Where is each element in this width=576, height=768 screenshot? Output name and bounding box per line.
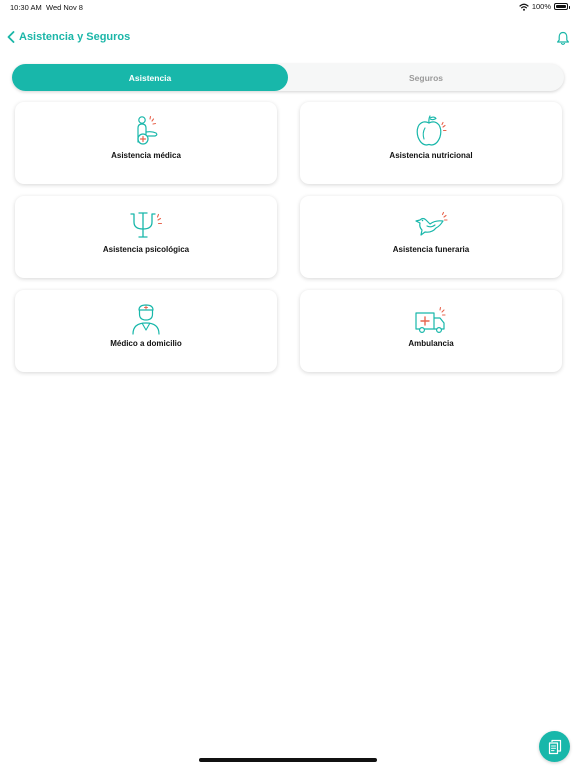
medical-assistance-icon	[137, 115, 158, 145]
status-bar: 10:30 AM Wed Nov 8 100%	[0, 0, 576, 16]
status-time: 10:30 AM	[10, 3, 42, 12]
doctor-icon	[132, 304, 160, 335]
battery-percentage: 100%	[531, 2, 551, 11]
card-medico-a-domicilio[interactable]: Médico a domicilio	[15, 290, 277, 372]
card-asistencia-funeraria[interactable]: Asistencia funeraria	[300, 196, 562, 278]
status-date: Wed Nov 8	[46, 3, 83, 12]
chevron-left-icon	[7, 31, 15, 43]
card-label: Asistencia médica	[111, 151, 181, 160]
card-asistencia-nutricional[interactable]: Asistencia nutricional	[300, 102, 562, 184]
ambulance-icon	[415, 306, 446, 334]
home-indicator[interactable]	[199, 758, 377, 762]
navigation-bar: Asistencia y Seguros	[0, 26, 576, 52]
documents-fab-button[interactable]	[539, 731, 570, 762]
wifi-icon	[519, 3, 529, 11]
battery-fill	[556, 5, 566, 8]
battery-icon	[554, 3, 570, 10]
card-asistencia-psicologica[interactable]: Asistencia psicológica	[15, 196, 277, 278]
card-asistencia-medica[interactable]: Asistencia médica	[15, 102, 277, 184]
card-label: Asistencia psicológica	[102, 245, 190, 254]
card-ambulancia[interactable]: Ambulancia	[300, 290, 562, 372]
card-label: Ambulancia	[408, 339, 454, 348]
segmented-control: Asistencia Seguros	[12, 64, 564, 91]
documents-icon	[548, 739, 561, 754]
back-button[interactable]: Asistencia y Seguros	[7, 31, 130, 43]
card-label: Asistencia nutricional	[389, 151, 473, 160]
tab-asistencia[interactable]: Asistencia	[12, 64, 288, 91]
card-label: Médico a domicilio	[110, 339, 182, 348]
page-title: Asistencia y Seguros	[19, 31, 131, 43]
dove-icon	[415, 211, 448, 236]
psi-icon	[130, 212, 163, 238]
status-right: 100%	[519, 2, 570, 11]
card-label: Asistencia funeraria	[392, 245, 470, 254]
apple-icon	[416, 115, 447, 146]
tab-seguros[interactable]: Seguros	[288, 64, 564, 91]
bell-icon[interactable]	[556, 31, 570, 46]
